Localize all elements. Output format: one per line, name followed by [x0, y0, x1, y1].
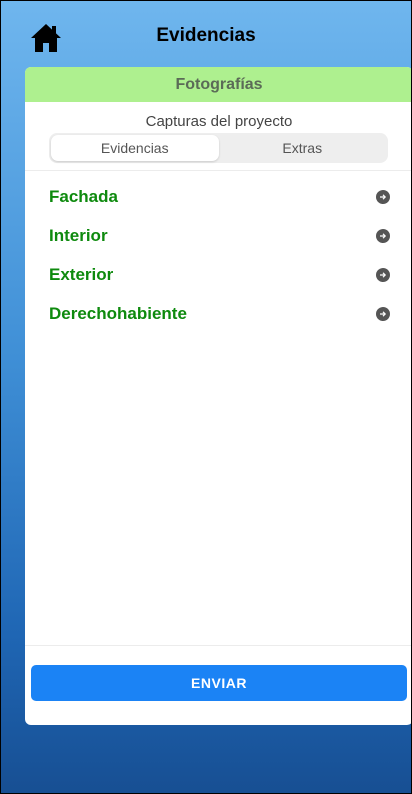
arrow-right-circle-icon — [376, 228, 390, 243]
card-subtitle: Capturas del proyecto — [145, 113, 293, 130]
arrow-right-circle-icon — [376, 189, 390, 204]
arrow-right-circle-icon — [376, 306, 390, 321]
list-item-label: Exterior — [49, 264, 114, 284]
arrow-right-circle-icon — [376, 267, 390, 282]
tab-evidencias[interactable]: Evidencias — [51, 135, 219, 161]
card-header: Fotografías — [25, 67, 411, 102]
tab-extras[interactable]: Extras — [219, 135, 387, 161]
top-bar: Evidencias — [1, 1, 411, 67]
submit-button[interactable]: ENVIAR — [31, 665, 407, 701]
evidence-card: Fotografías Capturas del proyecto Eviden… — [25, 67, 411, 725]
list-item-derechohabiente[interactable]: Derechohabiente — [25, 294, 411, 333]
list-item-interior[interactable]: Interior — [25, 216, 411, 255]
tab-switcher: Evidencias Extras — [49, 133, 388, 163]
card-header-title: Fotografías — [175, 75, 263, 93]
list-item-fachada[interactable]: Fachada — [25, 177, 411, 216]
list-item-label: Derechohabiente — [49, 303, 187, 323]
list-item-label: Interior — [49, 225, 108, 245]
list-item-exterior[interactable]: Exterior — [25, 255, 411, 294]
evidence-list: Fachada Interior Exterior Derechohabient… — [25, 177, 411, 333]
app-screen: Evidencias Fotografías Capturas del proy… — [0, 0, 412, 794]
list-item-label: Fachada — [49, 186, 118, 206]
page-title: Evidencias — [156, 25, 256, 46]
divider — [25, 645, 411, 646]
divider — [25, 170, 411, 171]
